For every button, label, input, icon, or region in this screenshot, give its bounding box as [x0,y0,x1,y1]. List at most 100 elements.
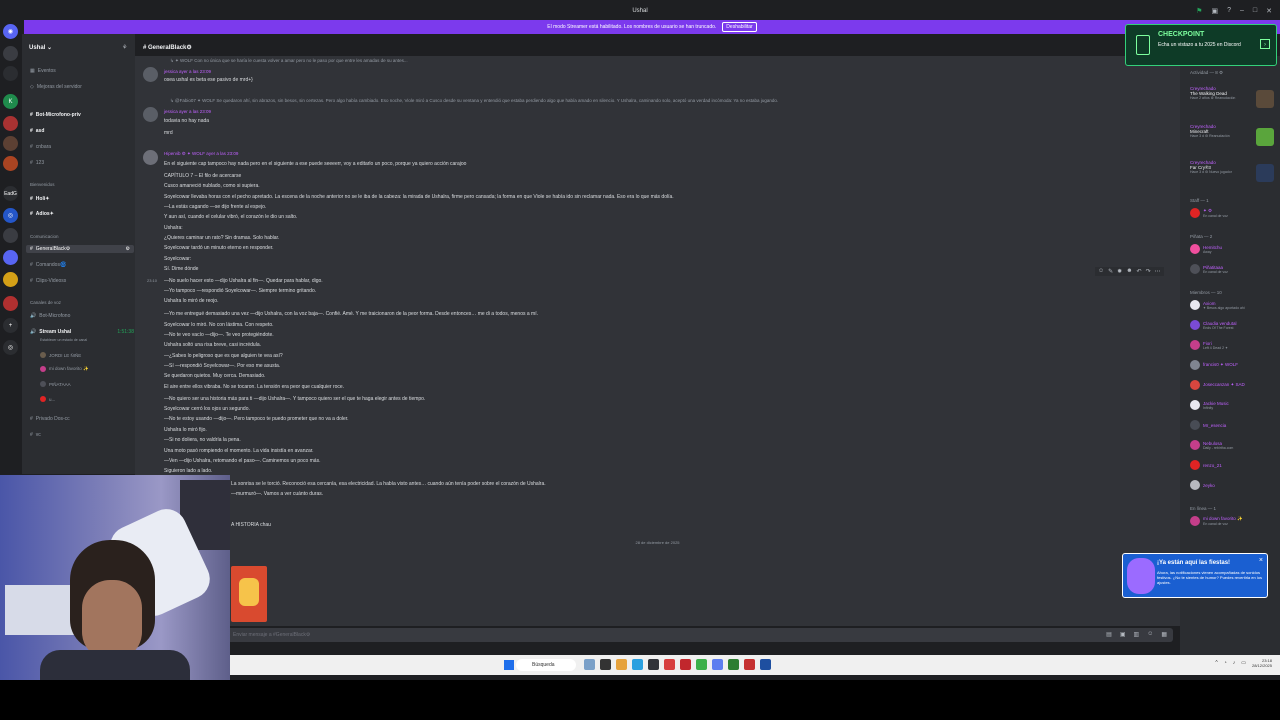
battery-icon[interactable]: ▭ [1241,660,1246,666]
help-icon[interactable]: ? [1227,7,1231,15]
fire-icon[interactable]: ✹ [1117,268,1122,275]
activity-card[interactable]: Creyrechado Far Cry®3 Hace 3 d ⚙ Nuevo j… [1190,160,1276,192]
channel-item[interactable]: # asd [30,128,44,134]
server-icon[interactable] [3,250,18,265]
server-icon[interactable]: ◎ [3,208,18,223]
message-input[interactable]: Enviar mensaje a #GeneralBlack⚙ ▤ ▣ ▥ ☺ … [143,628,1173,642]
category-voz[interactable]: Canales de voz [30,300,61,305]
category-comunicacion[interactable]: Comunicacion [30,234,59,239]
member-item[interactable]: Jackie Music Infinity [1190,400,1229,410]
voice-channel-status[interactable]: Establecer un estado de canal [40,338,87,342]
server-icon[interactable] [3,136,18,151]
member-item[interactable]: renzo_21 [1190,460,1222,470]
server-icon[interactable] [3,296,18,311]
category-bienvenidos[interactable]: Bienvenidos [30,182,55,187]
channel-item[interactable]: #123 [30,160,44,166]
arrow-right-icon[interactable]: › [1260,39,1270,49]
gift-icon[interactable]: ▤ [1106,631,1112,638]
channel-boosts[interactable]: ◇ Mejoras del servidor [30,84,82,90]
emoji-icon[interactable]: ☺ [1147,631,1153,638]
edit-icon[interactable]: ✎ [1108,268,1113,275]
channel-item[interactable]: # Holi✦ [30,196,49,202]
clock[interactable]: 23:18 28/12/2025 [1252,658,1272,668]
taskbar-search[interactable]: Búsqueda [516,659,576,671]
taskbar-app-icon[interactable] [760,659,771,670]
avatar[interactable] [143,150,158,165]
close-icon[interactable]: × [1259,557,1263,564]
voice-user[interactable]: JORDI LE ÑIÑE [40,352,81,358]
taskbar-app-icon[interactable] [616,659,627,670]
taskbar-app-icon[interactable] [664,659,675,670]
flag-icon[interactable]: ⚑ [1196,7,1202,15]
gif-icon[interactable]: ▣ [1120,631,1126,638]
add-reaction-icon[interactable]: ☻ [1126,268,1132,275]
server-icon[interactable] [3,116,18,131]
member-item[interactable]: Hemitchu Away [1190,244,1222,254]
maximize-icon[interactable]: □ [1253,7,1257,15]
taskbar-app-icon[interactable] [696,659,707,670]
channel-item[interactable]: # Bot-Microfono-priv [30,112,81,118]
voice-channel-stream[interactable]: 🔊 Stream Ushal 1:51:38 [30,329,134,335]
close-icon[interactable]: ✕ [1266,7,1272,15]
member-item[interactable]: Nebulosa Daily - rebirtha.com [1190,440,1233,450]
server-name[interactable]: Ushal ⌄ [29,44,52,51]
member-item[interactable]: zeyko [1190,480,1215,490]
windows-start-icon[interactable] [504,660,514,670]
taskbar-app-icon[interactable] [632,659,643,670]
message-author[interactable]: Hipervib ⚙ ✦ WOLF ayer a las 23:09 [164,151,238,157]
member-item[interactable]: mi down favorito ✨ En canal de voz [1190,516,1243,526]
message-author[interactable]: jessica ayer a las 23:09 [164,69,211,74]
channel-item[interactable]: # Adios✦ [30,211,54,217]
channel-item[interactable]: # vc [30,432,41,438]
server-icon[interactable]: K [3,94,18,109]
member-item[interactable]: Joseccanzan ✦ SAD [1190,380,1245,390]
channel-item[interactable]: # cnbara [30,144,51,150]
member-item[interactable]: Piñatitaaa En canal de voz [1190,264,1228,274]
taskbar-app-icon[interactable] [728,659,739,670]
holiday-toast[interactable]: ¡Ya están aquí las fiestas! Ahora, las n… [1122,553,1268,598]
sticker-icon[interactable]: ▥ [1134,631,1140,638]
member-item[interactable]: Claudia vendutal Ends Of The Forest [1190,320,1237,330]
avatar[interactable] [143,67,158,82]
activity-card[interactable]: Creyrechado The Walking Dead Hace 2 años… [1190,86,1276,118]
disable-streamer-button[interactable]: Deshabilitar [722,22,757,32]
channel-events[interactable]: ▦ Eventos [30,68,56,74]
member-item[interactable]: Axiom ✦ Besos algo aportado ahí [1190,300,1245,310]
channel-item-selected[interactable]: # GeneralBlack⚙ ⚙ [26,245,134,253]
settings-icon[interactable]: ⚙ [126,246,130,252]
add-server-icon[interactable]: + [3,318,18,333]
voice-user[interactable]: mi down favorito ✨ [40,366,89,372]
taskbar-app-icon[interactable] [744,659,755,670]
inbox-icon[interactable]: ▣ [1211,7,1218,15]
reaction-icon[interactable]: ☺ [1098,268,1104,275]
member-item[interactable]: Mr_esencia [1190,420,1226,430]
taskbar-app-icon[interactable] [584,659,595,670]
voice-user[interactable]: u... [40,396,55,402]
voice-user[interactable]: PIÑATAAA [40,381,71,387]
sticker-image[interactable] [231,566,267,622]
add-friend-icon[interactable]: ⚘ [122,44,127,51]
minimize-icon[interactable]: – [1240,7,1244,15]
channel-item[interactable]: # Comandos🌀 [30,262,66,268]
server-icon[interactable]: EadG [3,186,18,201]
server-icon[interactable] [3,272,18,287]
taskbar-app-icon[interactable] [600,659,611,670]
apps-icon[interactable]: ▦ [1161,631,1167,638]
avatar[interactable] [143,107,158,122]
message-author[interactable]: jessica ayer a las 23:09 [164,109,211,114]
taskbar-app-icon[interactable] [680,659,691,670]
channel-item[interactable]: # Privado Dos-cc [30,416,70,422]
channel-item[interactable]: # Clips-Videoss [30,278,66,284]
explore-icon[interactable]: ◎ [3,340,18,355]
activity-card[interactable]: Creyrechado Minecraft Hace 3 d ⚙ Reanuda… [1190,124,1276,156]
voice-channel[interactable]: 🔊 Bot-Microfono [30,313,70,319]
chevron-up-icon[interactable]: ^ [1215,660,1217,666]
taskbar-app-icon[interactable] [712,659,723,670]
checkpoint-popup[interactable]: CHECKPOINT Echa un vistazo a tu 2025 en … [1125,24,1277,66]
server-icon[interactable] [3,46,18,61]
network-icon[interactable]: ◔ [1224,660,1227,666]
more-icon[interactable]: ⋯ [1155,268,1161,275]
taskbar-app-icon[interactable] [648,659,659,670]
member-item[interactable]: Fiori Left 4 Dead 2 ✦ [1190,340,1228,350]
server-icon[interactable] [3,66,18,81]
